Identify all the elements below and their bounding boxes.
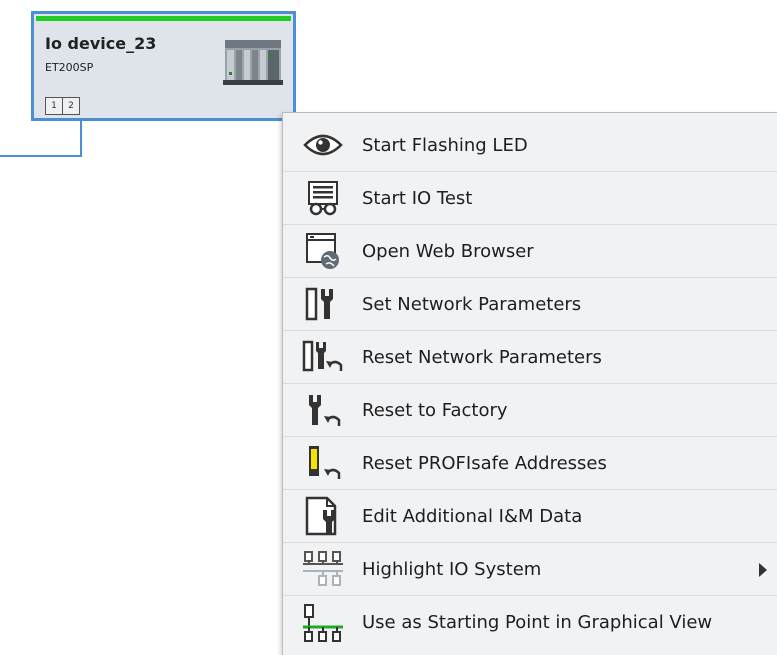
web-browser-icon (298, 231, 348, 271)
starting-point-icon (298, 603, 348, 643)
menu-item-label: Highlight IO System (362, 558, 542, 580)
menu-item-start-io-test[interactable]: Start IO Test (283, 172, 777, 225)
menu-item-edit-additional-im-data[interactable]: Edit Additional I&M Data (283, 490, 777, 543)
device-card[interactable]: Io device_23 ET200SP 1 2 (31, 11, 296, 121)
menu-item-highlight-io-system[interactable]: Highlight IO System (283, 543, 777, 596)
network-line (80, 121, 82, 157)
port-1[interactable]: 1 (45, 97, 63, 115)
menu-item-start-flashing-led[interactable]: Start Flashing LED (283, 119, 777, 172)
reset-profisafe-icon (298, 443, 348, 483)
reset-network-parameters-icon (298, 337, 348, 377)
menu-item-reset-profisafe-addresses[interactable]: Reset PROFIsafe Addresses (283, 437, 777, 490)
menu-item-label: Open Web Browser (362, 240, 534, 262)
edit-im-data-icon (298, 496, 348, 536)
io-test-icon (298, 178, 348, 218)
menu-item-label: Reset Network Parameters (362, 346, 602, 368)
set-network-parameters-icon (298, 284, 348, 324)
menu-item-label: Reset PROFIsafe Addresses (362, 452, 607, 474)
context-menu: Start Flashing LED Start IO Test Open We… (282, 112, 777, 655)
port-2[interactable]: 2 (62, 97, 80, 115)
menu-item-label: Use as Starting Point in Graphical View (362, 612, 713, 633)
menu-item-set-network-parameters[interactable]: Set Network Parameters (283, 278, 777, 331)
menu-item-label: Reset to Factory (362, 399, 508, 421)
network-line (0, 155, 82, 157)
menu-item-reset-network-parameters[interactable]: Reset Network Parameters (283, 331, 777, 384)
device-type: ET200SP (45, 61, 94, 74)
submenu-arrow-icon (759, 563, 767, 577)
menu-item-label: Set Network Parameters (362, 293, 582, 315)
highlight-io-system-icon (298, 549, 348, 589)
eye-icon (298, 125, 348, 165)
menu-item-label: Start Flashing LED (362, 134, 528, 156)
menu-item-reset-to-factory[interactable]: Reset to Factory (283, 384, 777, 437)
device-ports: 1 2 (45, 97, 80, 115)
reset-factory-icon (298, 390, 348, 430)
menu-item-use-as-starting-point[interactable]: Use as Starting Point in Graphical View (283, 596, 777, 649)
device-hardware-icon (223, 40, 283, 85)
menu-item-label: Edit Additional I&M Data (362, 505, 583, 527)
menu-item-label: Start IO Test (362, 187, 473, 209)
menu-item-open-web-browser[interactable]: Open Web Browser (283, 225, 777, 278)
device-name: Io device_23 (45, 34, 157, 53)
device-status-bar (36, 16, 291, 21)
